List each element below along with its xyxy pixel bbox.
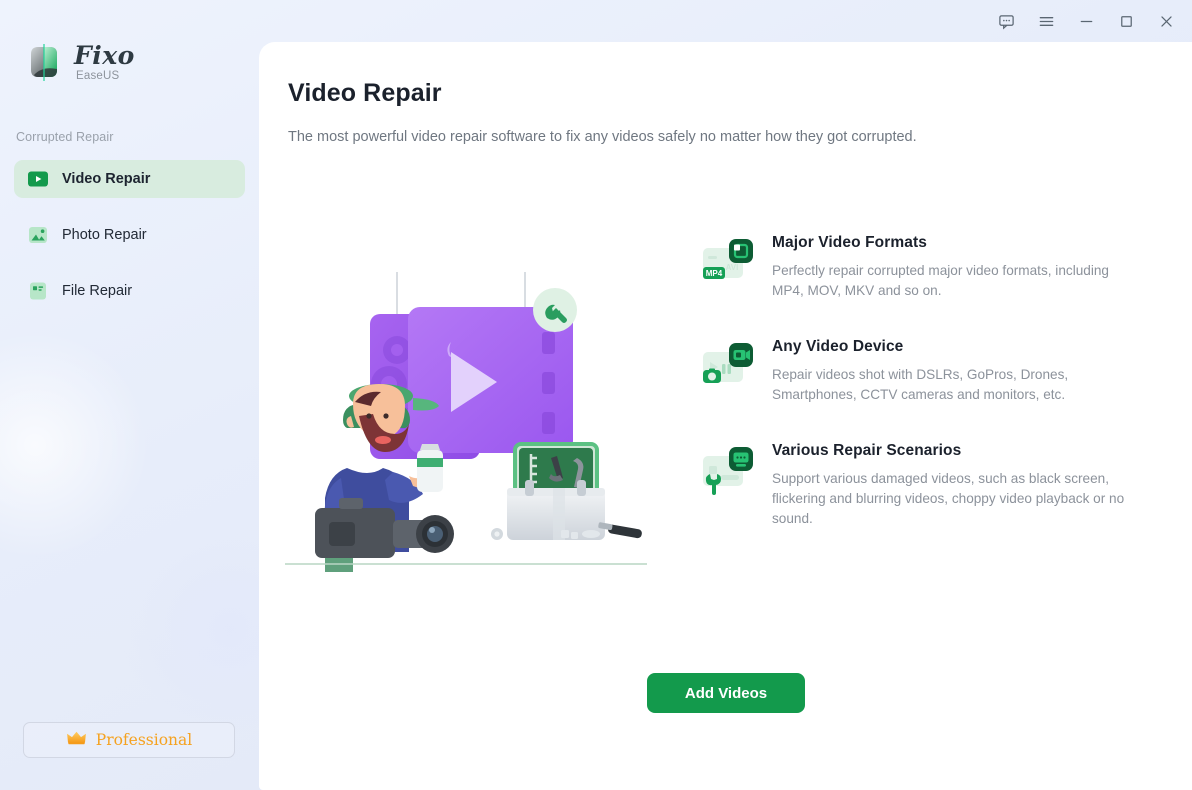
fixo-logo-icon <box>26 42 64 84</box>
feature-description: Repair videos shot with DSLRs, GoPros, D… <box>772 366 1069 403</box>
sidebar-nav: Video Repair Photo Repair File Repair <box>14 160 245 328</box>
sidebar-glow-top <box>0 330 150 560</box>
feature-description: Support various damaged videos, such as … <box>772 470 1125 527</box>
feature-title: Various Repair Scenarios <box>772 441 962 459</box>
sidebar: Fixo EaseUS Corrupted Repair Video Repai… <box>0 0 259 790</box>
logo-subtitle: EaseUS <box>76 70 120 83</box>
feature-item: AVI MP4 Major Video Formats Perfectly re… <box>702 234 1142 302</box>
photo-icon <box>27 224 49 246</box>
feature-title: Any Video Device <box>772 337 904 355</box>
sidebar-section-label: Corrupted Repair <box>16 130 114 144</box>
feature-title: Major Video Formats <box>772 234 927 251</box>
feature-item: Various Repair Scenarios Support various… <box>702 442 1142 530</box>
page-title: Video Repair <box>288 79 442 107</box>
page-subtitle: The most powerful video repair software … <box>288 129 917 145</box>
sidebar-item-video-repair[interactable]: Video Repair <box>14 160 245 198</box>
sidebar-item-photo-repair[interactable]: Photo Repair <box>14 216 245 254</box>
main-panel: Video Repair The most powerful video rep… <box>259 42 1192 790</box>
video-play-icon <box>27 168 49 190</box>
sidebar-item-file-repair[interactable]: File Repair <box>14 272 245 310</box>
minimize-button[interactable] <box>1066 6 1106 36</box>
file-icon <box>27 280 49 302</box>
feature-list: AVI MP4 Major Video Formats Perfectly re… <box>702 234 1142 566</box>
sidebar-item-label: File Repair <box>62 283 133 299</box>
professional-label: Professional <box>95 731 193 749</box>
svg-text:MP4: MP4 <box>706 269 723 278</box>
feature-item: Any Video Device Repair videos shot with… <box>702 338 1142 406</box>
repair-scenarios-icon <box>702 446 754 498</box>
logo-title: Fixo <box>74 41 135 71</box>
svg-text:AVI: AVI <box>726 263 739 272</box>
sidebar-item-label: Video Repair <box>62 171 151 187</box>
close-button[interactable] <box>1146 6 1186 36</box>
add-videos-button[interactable]: Add Videos <box>647 673 805 713</box>
videographer-video-repair-illustration <box>285 272 655 572</box>
professional-upgrade-button[interactable]: Professional <box>23 722 235 758</box>
maximize-button[interactable] <box>1106 6 1146 36</box>
feedback-button[interactable] <box>986 6 1026 36</box>
video-formats-icon: AVI MP4 <box>702 238 754 290</box>
sidebar-item-label: Photo Repair <box>62 227 147 243</box>
app-logo: Fixo EaseUS <box>26 42 135 84</box>
menu-button[interactable] <box>1026 6 1066 36</box>
video-device-icon <box>702 342 754 394</box>
crown-icon <box>66 730 87 751</box>
sidebar-glow-bottom <box>120 520 259 740</box>
feature-description: Perfectly repair corrupted major video f… <box>772 263 1109 299</box>
